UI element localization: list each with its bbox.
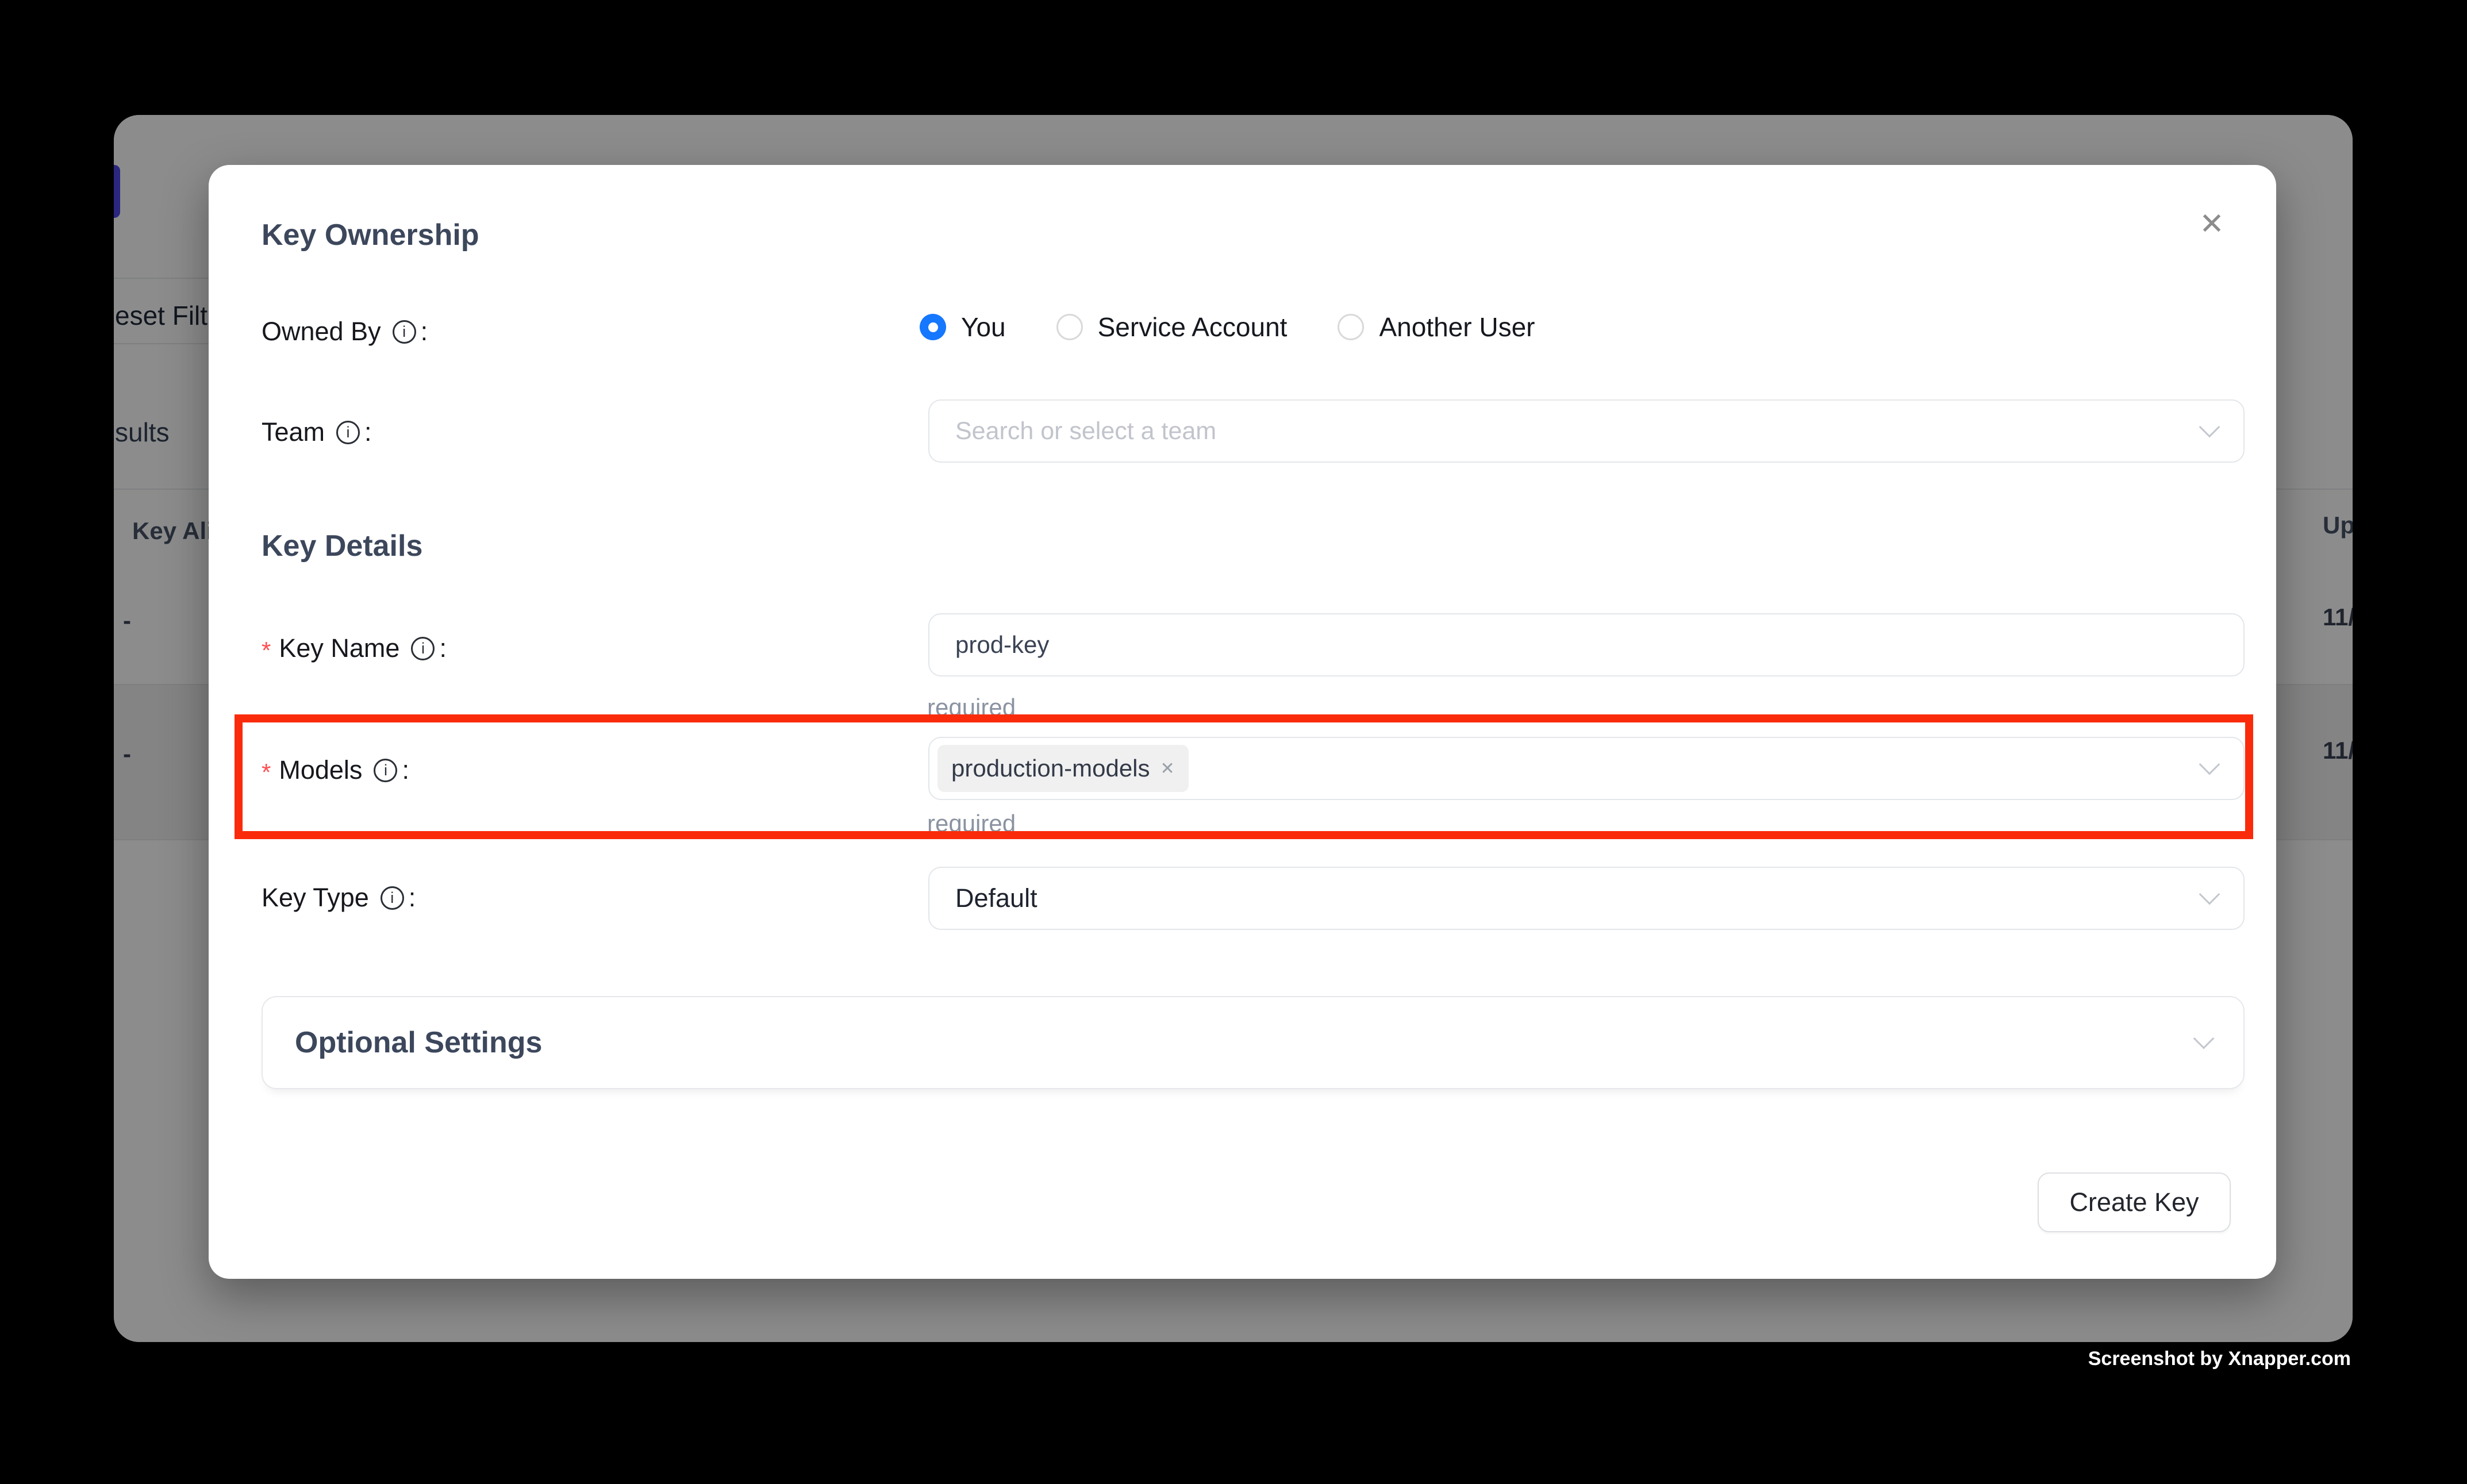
- radio-option-another-user[interactable]: Another User: [1338, 312, 1535, 343]
- chevron-down-icon: [2199, 754, 2220, 775]
- info-icon[interactable]: i: [393, 320, 416, 344]
- colon: :: [402, 755, 409, 785]
- optional-settings-title: Optional Settings: [295, 1025, 542, 1060]
- radio-label: You: [961, 312, 1006, 343]
- team-select-placeholder: Search or select a team: [955, 417, 1216, 445]
- chevron-down-icon: [2193, 1028, 2215, 1049]
- team-label-text: Team: [262, 417, 325, 447]
- key-name-validation-message: required: [927, 694, 1016, 721]
- models-tag-label: production-models: [951, 755, 1150, 782]
- key-type-label: Key Type i :: [262, 882, 416, 914]
- owned-by-label: Owned By i :: [262, 316, 428, 348]
- key-name-input[interactable]: [929, 614, 2243, 675]
- create-key-button[interactable]: Create Key: [2038, 1172, 2231, 1232]
- chevron-down-icon: [2199, 417, 2220, 438]
- models-validation-message: required: [927, 810, 1016, 837]
- models-select[interactable]: production-models ✕: [928, 737, 2245, 800]
- tag-remove-icon[interactable]: ✕: [1161, 759, 1175, 779]
- info-icon[interactable]: i: [411, 637, 435, 660]
- models-tag: production-models ✕: [937, 745, 1189, 792]
- key-details-title: Key Details: [262, 529, 422, 563]
- radio-label: Another User: [1379, 312, 1535, 343]
- key-ownership-title: Key Ownership: [262, 218, 479, 252]
- key-type-label-text: Key Type: [262, 883, 369, 913]
- info-icon[interactable]: i: [374, 759, 397, 782]
- models-label-text: Models: [279, 755, 362, 785]
- radio-unselected-icon: [1056, 314, 1083, 340]
- owned-by-label-text: Owned By: [262, 317, 381, 347]
- optional-settings-header[interactable]: Optional Settings: [262, 996, 2245, 1089]
- colon: :: [439, 633, 447, 663]
- close-icon: ✕: [2199, 209, 2224, 239]
- radio-option-you[interactable]: You: [920, 312, 1006, 343]
- radio-unselected-icon: [1338, 314, 1364, 340]
- key-name-label: * Key Name i :: [262, 632, 447, 664]
- key-name-field: [928, 613, 2245, 676]
- radio-option-service-account[interactable]: Service Account: [1056, 312, 1288, 343]
- key-type-select[interactable]: Default: [928, 867, 2245, 930]
- models-label: * Models i :: [262, 754, 409, 786]
- key-type-selected-value: Default: [955, 883, 1037, 913]
- colon: :: [409, 883, 416, 913]
- screenshot-canvas: eset Filt sults Key Alia Up - 11/ - 11/ …: [0, 0, 2467, 1484]
- create-key-modal: ✕ Key Ownership Owned By i : You Service…: [209, 165, 2276, 1279]
- key-name-label-text: Key Name: [279, 633, 399, 663]
- required-asterisk: *: [262, 759, 271, 786]
- team-select[interactable]: Search or select a team: [928, 399, 2245, 463]
- team-label: Team i :: [262, 416, 372, 448]
- required-asterisk: *: [262, 637, 271, 664]
- radio-label: Service Account: [1098, 312, 1288, 343]
- owned-by-radio-group: You Service Account Another User: [920, 312, 1585, 343]
- chevron-down-icon: [2199, 884, 2220, 905]
- colon: :: [421, 317, 428, 347]
- radio-selected-icon: [920, 314, 946, 340]
- info-icon[interactable]: i: [336, 421, 360, 444]
- info-icon[interactable]: i: [381, 886, 404, 910]
- close-button[interactable]: ✕: [2186, 198, 2238, 250]
- colon: :: [364, 417, 372, 447]
- watermark-text: Screenshot by Xnapper.com: [2088, 1348, 2351, 1370]
